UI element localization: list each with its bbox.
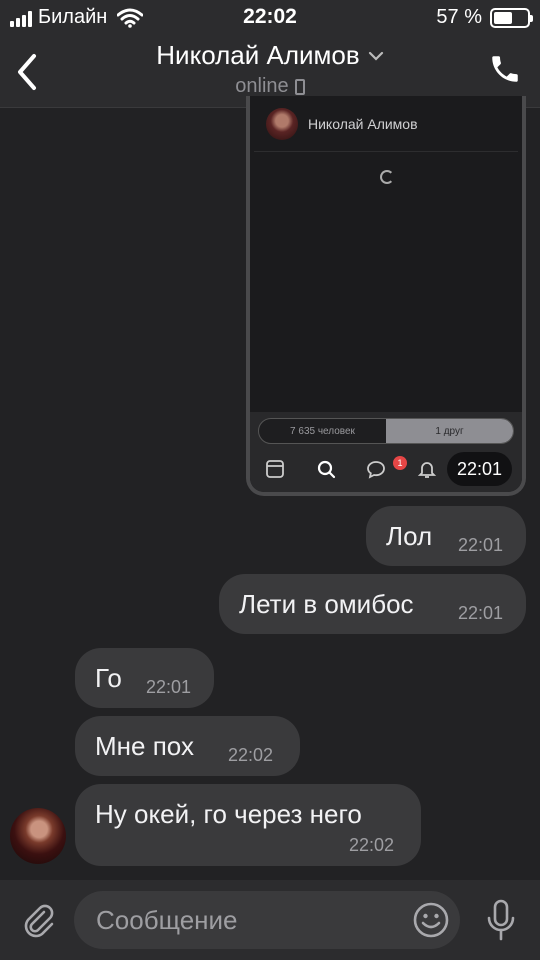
message-time: 22:01 [458,603,504,623]
screenshot-tab-friends: 1 друг [386,419,513,443]
message-bubble-outgoing[interactable]: Лети в омибос 22:01 [219,574,526,634]
message-time: 22:02 [228,745,274,765]
chat-title-block[interactable]: Николай Алимов online [0,40,540,98]
status-bar: Билайн 22:02 57 % [0,0,540,36]
contact-name[interactable]: Николай Алимов [156,40,359,71]
online-status: online [235,75,289,97]
input-bar [0,880,540,960]
loading-spinner-icon [380,170,394,184]
message-text: Ну окей, го через него [95,799,362,829]
message-text: Лол [386,521,433,551]
screenshot-avatar [266,107,298,140]
message-field[interactable] [74,891,460,949]
message-time: 22:01 [458,535,504,555]
message-bubble-incoming[interactable]: Мне пох 22:02 [75,716,300,776]
call-button[interactable] [488,52,522,86]
shared-screenshot[interactable]: Николай Алимов 7 635 человек 1 друг 1 22… [246,96,526,496]
search-icon [317,460,335,479]
message-bubble-incoming[interactable]: Го 22:01 [75,648,214,708]
chevron-down-icon[interactable] [368,51,384,61]
microphone-button[interactable] [484,898,518,942]
screenshot-segment-control: 7 635 человек 1 друг [258,418,514,444]
message-time: 22:01 [146,677,192,697]
screenshot-tab-people: 7 635 человек [290,425,355,437]
attach-button[interactable] [18,900,58,940]
message-text: Го [95,663,122,693]
message-bubble-outgoing[interactable]: Лол 22:01 [366,506,526,566]
newsfeed-icon [266,460,285,478]
notification-badge: 1 [393,456,407,470]
message-text: Мне пох [95,731,194,761]
message-time: 22:02 [349,835,395,855]
mobile-device-icon [294,78,305,95]
emoji-button[interactable] [412,901,450,939]
message-bubble-incoming[interactable]: Ну окей, го через него 22:02 [75,784,421,866]
bell-icon [417,462,436,478]
screenshot-contact-name: Николай Алимов [308,115,418,132]
contact-avatar[interactable] [10,808,66,864]
message-text: Лети в омибос [239,589,414,619]
message-time: 22:01 [446,452,512,486]
messages-icon [367,461,386,479]
battery-icon [490,7,533,28]
battery-percent: 57 % [436,6,482,28]
message-input[interactable] [96,891,396,949]
